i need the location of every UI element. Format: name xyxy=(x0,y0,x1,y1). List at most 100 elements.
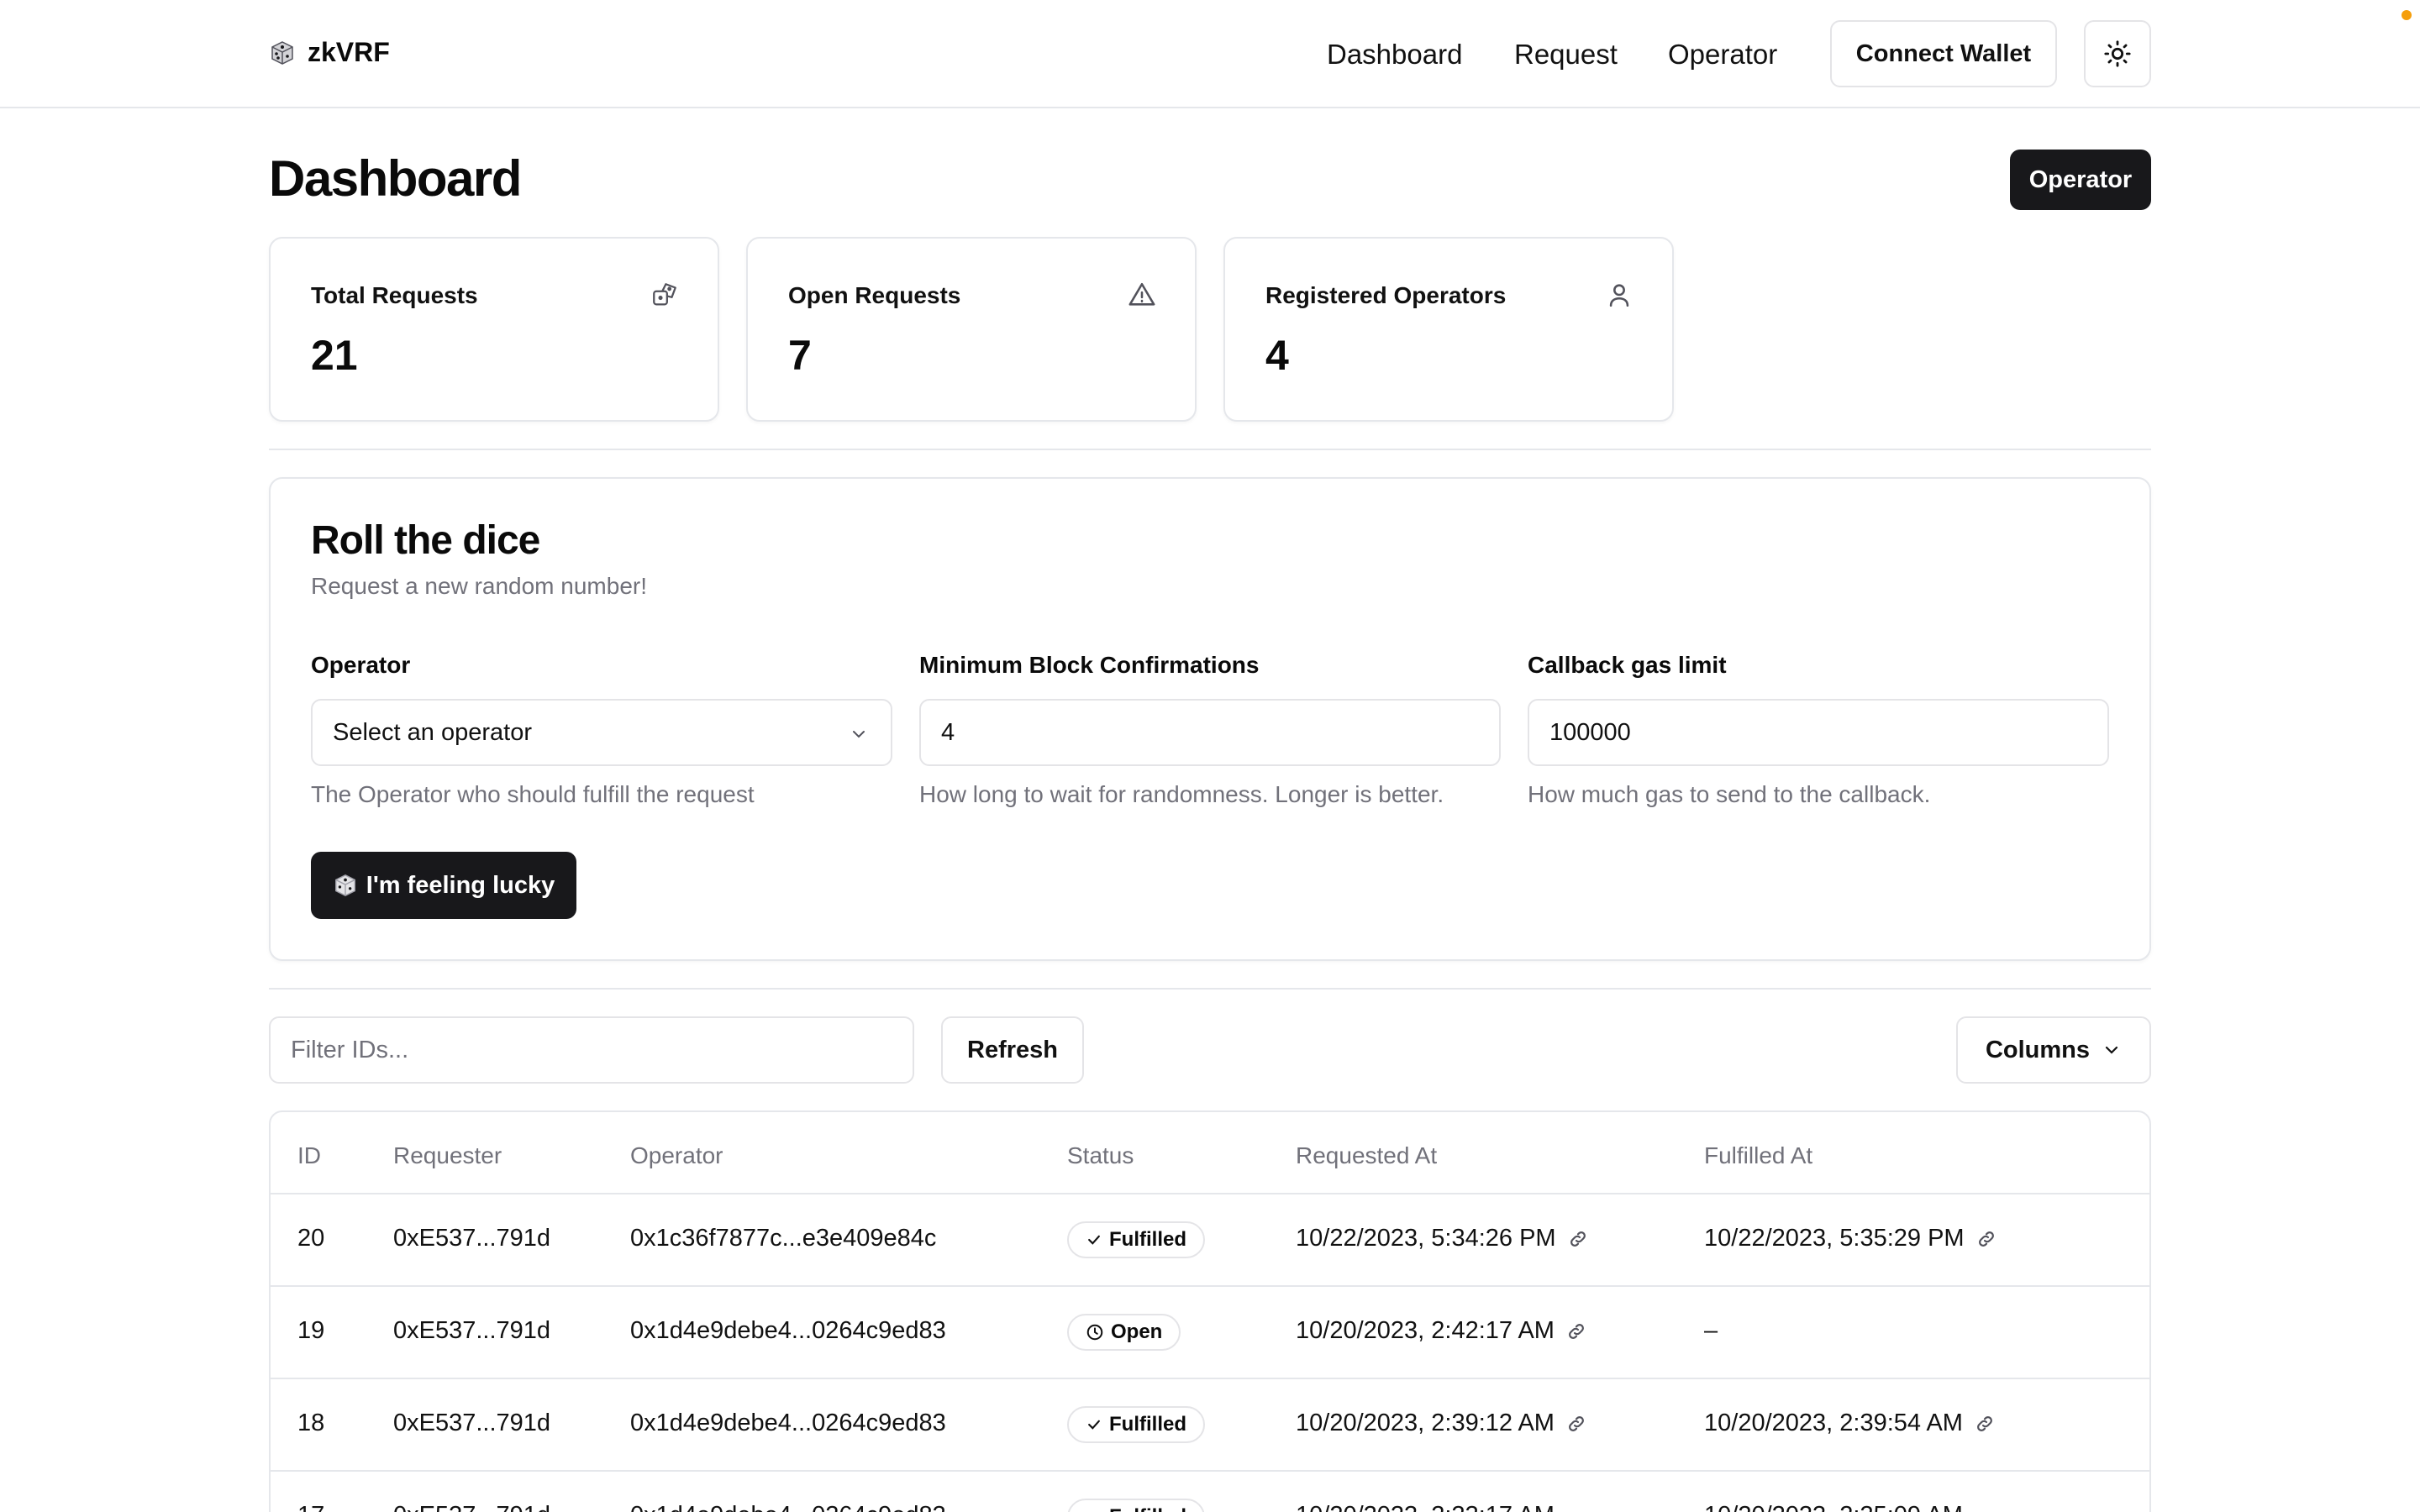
fulfilled-at-text: 10/20/2023, 2:35:09 AM xyxy=(1704,1502,1963,1512)
requested-at-text: 10/20/2023, 2:39:12 AM xyxy=(1296,1410,1555,1436)
page-title: Dashboard xyxy=(269,150,522,207)
requested-at-text: 10/20/2023, 2:42:17 AM xyxy=(1296,1317,1555,1344)
user-icon xyxy=(1609,284,1629,307)
section-divider xyxy=(269,988,2151,990)
confirmations-input[interactable]: 4 xyxy=(919,699,1501,766)
gas-limit-value: 100000 xyxy=(1549,718,1631,746)
connect-wallet-button[interactable]: Connect Wallet xyxy=(1830,20,2057,87)
column-header-fulfilled-at[interactable]: Fulfilled At xyxy=(1704,1142,1812,1169)
chevron-down-icon xyxy=(853,731,865,738)
operator-select[interactable]: Select an operator xyxy=(311,699,892,766)
status-label: Fulfilled xyxy=(1109,1228,1186,1251)
columns-label: Columns xyxy=(1985,1036,2091,1063)
cell-fulfilled-at: 10/20/2023, 2:39:54 AM xyxy=(1704,1410,1995,1437)
status-badge: Open xyxy=(1067,1314,1181,1351)
link-icon[interactable] xyxy=(1566,1414,1586,1434)
check-icon xyxy=(1086,1509,1102,1512)
cell-operator: 0x1d4e9debe4...0264c9ed83 xyxy=(630,1502,946,1512)
cell-operator: 0x1c36f7877c...e3e409e84c xyxy=(630,1225,937,1252)
sun-icon xyxy=(2104,40,2131,67)
status-badge: Fulfilled xyxy=(1067,1499,1205,1512)
cell-id: 17 xyxy=(297,1502,324,1512)
cell-requested-at: 10/20/2023, 2:42:17 AM xyxy=(1296,1317,1586,1345)
operator-label: Operator xyxy=(311,652,411,678)
status-label: Fulfilled xyxy=(1109,1505,1186,1512)
top-header: zkVRF Dashboard Request Operator Connect… xyxy=(0,0,2420,108)
stat-value: 7 xyxy=(788,332,812,379)
table-row[interactable]: 20 0xE537...791d 0x1c36f7877c...e3e409e8… xyxy=(271,1193,2149,1285)
status-label: Open xyxy=(1111,1320,1163,1343)
stat-card-open-requests: Open Requests 7 xyxy=(746,237,1197,422)
status-badge: Fulfilled xyxy=(1067,1221,1205,1258)
columns-button[interactable]: Columns xyxy=(1956,1016,2151,1084)
nav-request[interactable]: Request xyxy=(1514,39,1618,71)
status-label: Fulfilled xyxy=(1109,1413,1186,1436)
brand[interactable]: zkVRF xyxy=(269,37,390,68)
requested-at-text: 10/22/2023, 5:34:26 PM xyxy=(1296,1225,1556,1252)
confirmations-help: How long to wait for randomness. Longer … xyxy=(919,781,1444,807)
cell-requested-at: 10/22/2023, 5:34:26 PM xyxy=(1296,1225,1588,1252)
status-badge: Fulfilled xyxy=(1067,1406,1205,1443)
stat-label: Open Requests xyxy=(788,282,961,308)
gas-limit-input[interactable]: 100000 xyxy=(1528,699,2109,766)
link-icon[interactable] xyxy=(1976,1229,1996,1249)
feeling-lucky-button[interactable]: I'm feeling lucky xyxy=(311,852,576,919)
brand-name: zkVRF xyxy=(308,37,390,67)
cell-requested-at: 10/20/2023, 2:39:12 AM xyxy=(1296,1410,1586,1437)
chevron-down-icon xyxy=(2105,1046,2118,1054)
confirmations-value: 4 xyxy=(941,718,955,746)
gas-limit-label: Callback gas limit xyxy=(1528,652,1727,678)
operator-help: The Operator who should fulfill the requ… xyxy=(311,781,755,807)
nav-dashboard[interactable]: Dashboard xyxy=(1327,39,1462,71)
cell-requested-at: 10/20/2023, 2:33:17 AM xyxy=(1296,1502,1555,1512)
stat-value: 4 xyxy=(1265,332,1289,379)
check-icon xyxy=(1088,1235,1100,1245)
cell-id: 20 xyxy=(297,1225,325,1252)
roll-dice-title: Roll the dice xyxy=(311,518,540,563)
fulfilled-at-text: 10/20/2023, 2:39:54 AM xyxy=(1704,1410,1963,1436)
requested-at-text: 10/20/2023, 2:33:17 AM xyxy=(1296,1502,1555,1512)
nav-operator[interactable]: Operator xyxy=(1668,39,1777,71)
check-icon xyxy=(1088,1420,1100,1430)
column-header-id[interactable]: ID xyxy=(297,1142,321,1169)
filter-ids-input[interactable]: Filter IDs... xyxy=(269,1016,914,1084)
dice-icon xyxy=(653,283,676,306)
cell-id: 18 xyxy=(297,1410,325,1436)
gas-limit-help: How much gas to send to the callback. xyxy=(1528,781,1931,807)
cell-id: 19 xyxy=(297,1317,325,1344)
confirmations-label: Minimum Block Confirmations xyxy=(919,652,1260,678)
filter-placeholder: Filter IDs... xyxy=(291,1036,409,1063)
column-header-status[interactable]: Status xyxy=(1067,1142,1134,1169)
column-header-requested-at[interactable]: Requested At xyxy=(1296,1142,1437,1169)
dice-icon xyxy=(271,40,293,65)
operator-select-value: Select an operator xyxy=(333,718,532,746)
theme-toggle-button[interactable] xyxy=(2084,20,2151,87)
cell-fulfilled-at: 10/20/2023, 2:35:09 AM xyxy=(1704,1502,1963,1512)
table-row[interactable]: 17 0xE537...791d 0x1d4e9debe4...0264c9ed… xyxy=(271,1470,2149,1512)
link-icon[interactable] xyxy=(1975,1414,1995,1434)
column-header-operator[interactable]: Operator xyxy=(630,1142,723,1169)
clock-icon xyxy=(1086,1324,1103,1341)
section-divider xyxy=(269,449,2151,450)
table-row[interactable]: 19 0xE537...791d 0x1d4e9debe4...0264c9ed… xyxy=(271,1285,2149,1378)
cell-requester: 0xE537...791d xyxy=(393,1502,550,1512)
stat-card-total-requests: Total Requests 21 xyxy=(269,237,719,422)
stat-label: Total Requests xyxy=(311,282,478,308)
cell-requester: 0xE537...791d xyxy=(393,1225,551,1252)
cell-requester: 0xE537...791d xyxy=(393,1317,551,1344)
table-row[interactable]: 18 0xE537...791d 0x1d4e9debe4...0264c9ed… xyxy=(271,1378,2149,1470)
connect-wallet-label: Connect Wallet xyxy=(1855,39,2032,67)
roll-dice-subtitle: Request a new random number! xyxy=(311,573,647,599)
operator-button[interactable]: Operator xyxy=(2010,150,2151,210)
column-header-requester[interactable]: Requester xyxy=(393,1142,502,1169)
operator-button-label: Operator xyxy=(2028,165,2133,193)
link-icon[interactable] xyxy=(1568,1229,1588,1249)
refresh-button[interactable]: Refresh xyxy=(941,1016,1084,1084)
cell-operator: 0x1d4e9debe4...0264c9ed83 xyxy=(630,1410,946,1436)
notification-dot xyxy=(2402,10,2412,20)
cell-operator: 0x1d4e9debe4...0264c9ed83 xyxy=(630,1317,946,1344)
link-icon[interactable] xyxy=(1566,1321,1586,1341)
fulfilled-at-text: – xyxy=(1704,1317,1718,1344)
warning-icon xyxy=(1128,282,1155,306)
roll-dice-card: Roll the dice Request a new random numbe… xyxy=(269,477,2151,961)
